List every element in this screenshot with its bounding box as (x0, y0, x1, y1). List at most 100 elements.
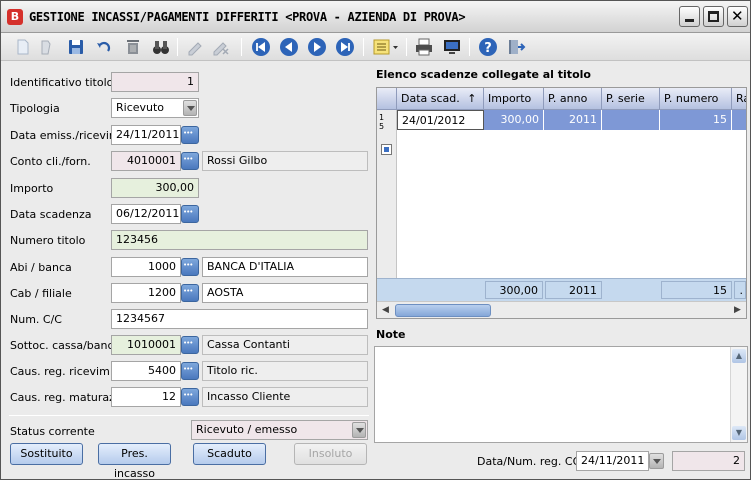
lookup-icon[interactable] (181, 284, 199, 302)
window-title: GESTIONE INCASSI/PAGAMENTI DIFFERITI <PR… (29, 10, 466, 24)
print-icon[interactable] (414, 37, 434, 57)
date-picker-icon[interactable] (649, 453, 664, 469)
monitor-icon[interactable] (442, 37, 462, 57)
sottoc-code-field[interactable]: 1010001 (111, 335, 181, 355)
num-cc-label: Num. C/C (10, 313, 62, 326)
abi-label: Abi / banca (10, 261, 72, 274)
undo-icon[interactable] (94, 37, 114, 57)
caus-ricevim-code-field[interactable]: 5400 (111, 361, 181, 381)
last-record-icon[interactable] (335, 37, 355, 57)
scroll-right-icon[interactable]: ▶ (730, 303, 745, 318)
date-picker-icon[interactable] (181, 205, 199, 223)
caus-ricevim-desc-field: Titolo ric. (202, 361, 368, 381)
lookup-icon[interactable] (181, 388, 199, 406)
conto-label: Conto cli./forn. (10, 155, 91, 168)
caus-matur-code-field[interactable]: 12 (111, 387, 181, 407)
table-row[interactable]: 24/01/2012 300,00 2011 15 (397, 110, 746, 130)
cell-p-anno[interactable]: 2011 (544, 110, 602, 130)
grid-totals-row: 300,00 2011 15 . (377, 278, 746, 301)
cab-label: Cab / filiale (10, 287, 72, 300)
lookup-icon[interactable] (181, 152, 199, 170)
horizontal-scrollbar[interactable]: ◀ ▶ (377, 301, 746, 318)
column-header-importo[interactable]: Importo (484, 88, 544, 110)
maximize-button[interactable] (703, 6, 724, 27)
new-document-icon[interactable] (13, 37, 33, 57)
column-header-data-scad[interactable]: Data scad. ↑ (397, 88, 484, 110)
column-header-ra[interactable]: Ra (732, 88, 746, 110)
notes-textarea[interactable]: ▲ ▼ (374, 346, 748, 443)
minimize-icon (685, 19, 694, 22)
cell-data-scad[interactable]: 24/01/2012 (397, 110, 484, 130)
grid-corner (377, 88, 397, 110)
cell-p-numero[interactable]: 15 (660, 110, 732, 130)
lookup-icon[interactable] (181, 362, 199, 380)
footer-label: Data/Num. reg. CG (477, 455, 582, 468)
vertical-scrollbar[interactable]: ▲ ▼ (730, 347, 747, 442)
divider (9, 415, 369, 416)
help-icon[interactable]: ? (478, 37, 498, 57)
cell-ra[interactable] (732, 110, 746, 130)
list-options-icon[interactable] (372, 37, 400, 57)
maximize-icon (708, 11, 719, 22)
cell-p-serie[interactable] (602, 110, 660, 130)
binoculars-icon[interactable] (151, 37, 171, 57)
close-icon: ✕ (731, 7, 744, 25)
lookup-icon[interactable] (181, 336, 199, 354)
total-p-numero: 15 (661, 281, 732, 299)
chevron-down-icon[interactable] (352, 422, 366, 438)
reg-num-field[interactable]: 2 (672, 451, 745, 471)
scadenze-grid[interactable]: Data scad. ↑ Importo P. anno P. serie P.… (376, 87, 747, 319)
row-detail-icon[interactable] (381, 144, 392, 155)
toolbar-separator (177, 38, 178, 56)
notes-title: Note (376, 328, 406, 341)
conto-desc-field: Rossi Gilbo (202, 151, 368, 171)
total-importo: 300,00 (485, 281, 543, 299)
save-icon[interactable] (66, 37, 86, 57)
data-emiss-field[interactable]: 24/11/2011 (111, 125, 181, 145)
column-header-p-anno[interactable]: P. anno (544, 88, 602, 110)
row-indicator-column: 15 (377, 110, 397, 300)
lookup-icon[interactable] (181, 258, 199, 276)
sottoc-desc-field: Cassa Contanti (202, 335, 368, 355)
scrollbar-thumb[interactable] (395, 304, 491, 317)
scaduto-button[interactable]: Scaduto (193, 443, 266, 465)
numero-titolo-label: Numero titolo (10, 234, 86, 247)
main-window: B GESTIONE INCASSI/PAGAMENTI DIFFERITI <… (0, 0, 751, 480)
numero-titolo-field[interactable]: 123456 (111, 230, 368, 250)
next-record-icon[interactable] (307, 37, 327, 57)
importo-field[interactable]: 300,00 (111, 178, 199, 198)
toolbar-separator (363, 38, 364, 56)
abi-desc-field[interactable]: BANCA D'ITALIA (202, 257, 368, 277)
cancel-edit-icon[interactable] (211, 37, 231, 57)
date-picker-icon[interactable] (181, 126, 199, 144)
num-cc-field[interactable]: 1234567 (111, 309, 368, 329)
cab-desc-field[interactable]: AOSTA (202, 283, 368, 303)
scroll-down-icon[interactable]: ▼ (732, 426, 746, 440)
close-button[interactable]: ✕ (727, 6, 748, 27)
chevron-down-icon[interactable] (183, 100, 197, 116)
identificativo-field[interactable]: 1 (111, 72, 199, 92)
app-icon[interactable]: B (7, 9, 23, 25)
abi-code-field[interactable]: 1000 (111, 257, 181, 277)
sostituito-button[interactable]: Sostituito (10, 443, 83, 465)
scroll-left-icon[interactable]: ◀ (378, 303, 393, 318)
previous-record-icon[interactable] (279, 37, 299, 57)
status-select[interactable]: Ricevuto / emesso (191, 420, 368, 440)
reg-date-field[interactable]: 24/11/2011 (576, 451, 649, 471)
pres-incasso-button[interactable]: Pres. incasso (98, 443, 171, 480)
cell-importo[interactable]: 300,00 (484, 110, 544, 130)
cab-code-field[interactable]: 1200 (111, 283, 181, 303)
insoluto-button: Insoluto (294, 443, 367, 465)
data-scadenza-field[interactable]: 06/12/2011 (111, 204, 181, 224)
delete-doc-icon[interactable] (36, 37, 56, 57)
trash-icon[interactable] (123, 37, 143, 57)
title-bar: B GESTIONE INCASSI/PAGAMENTI DIFFERITI <… (1, 1, 750, 33)
scroll-up-icon[interactable]: ▲ (732, 349, 746, 363)
minimize-button[interactable] (679, 6, 700, 27)
exit-icon[interactable] (506, 37, 526, 57)
first-record-icon[interactable] (251, 37, 271, 57)
conto-code-field[interactable]: 4010001 (111, 151, 181, 171)
column-header-p-serie[interactable]: P. serie (602, 88, 660, 110)
column-header-p-numero[interactable]: P. numero (660, 88, 732, 110)
edit-icon[interactable] (186, 37, 206, 57)
